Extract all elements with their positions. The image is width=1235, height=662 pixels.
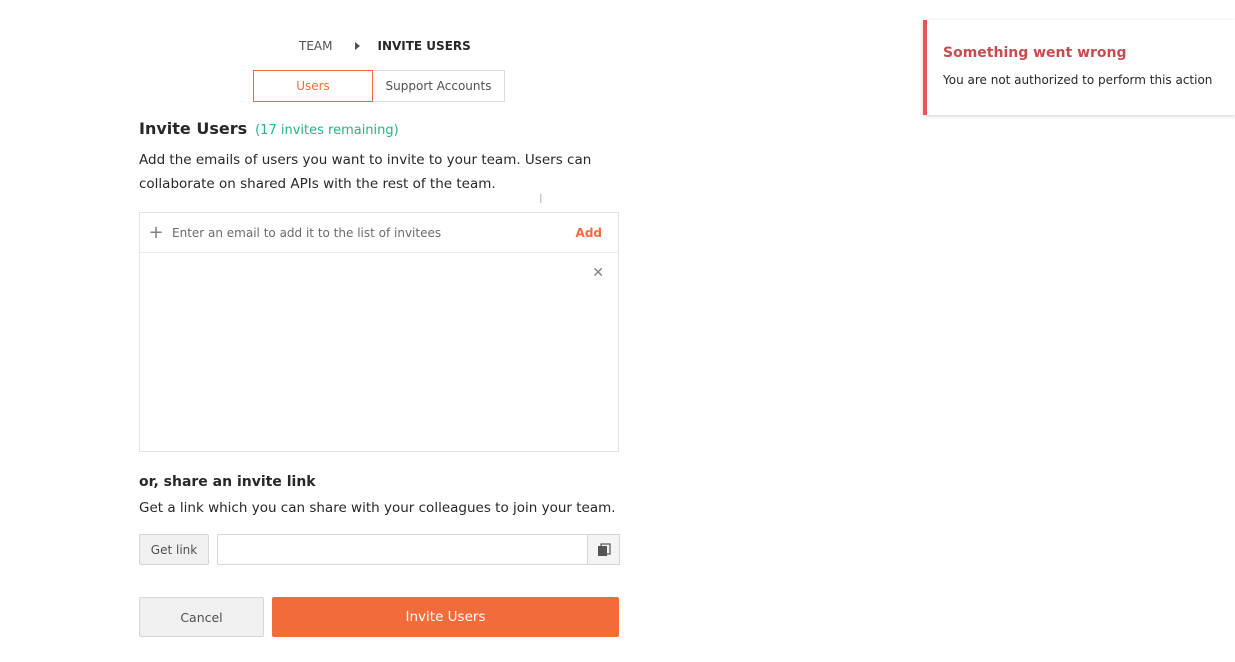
copy-link-button[interactable]	[588, 534, 620, 565]
copy-icon	[597, 542, 611, 556]
close-icon[interactable]: ✕	[592, 265, 604, 281]
toast-title: Something went wrong	[943, 45, 1127, 61]
breadcrumb-current: INVITE USERS	[377, 39, 471, 53]
cancel-button[interactable]: Cancel	[139, 597, 264, 637]
tab-users[interactable]: Users	[253, 70, 373, 102]
invites-remaining: (17 invites remaining)	[255, 123, 399, 138]
text-cursor-icon: I	[539, 192, 543, 206]
form-actions: Cancel Invite Users	[139, 597, 619, 637]
email-input[interactable]	[172, 217, 576, 248]
tab-support-accounts[interactable]: Support Accounts	[373, 70, 505, 102]
add-email-button[interactable]: Add	[576, 226, 602, 240]
invite-description: Add the emails of users you want to invi…	[139, 152, 592, 192]
invite-users-page: TEAM INVITE USERS Users Support Accounts…	[0, 0, 1235, 662]
tab-bar: Users Support Accounts	[253, 70, 505, 102]
email-entry-row: + Add	[140, 213, 618, 253]
plus-icon: +	[148, 221, 164, 243]
invite-header: Invite Users (17 invites remaining)	[139, 119, 399, 138]
toast-message: You are not authorized to perform this a…	[943, 73, 1213, 87]
invite-link-row: Get link	[139, 534, 620, 565]
get-link-button[interactable]: Get link	[139, 534, 209, 565]
error-toast[interactable]: Something went wrong You are not authori…	[923, 20, 1235, 115]
breadcrumb-team[interactable]: TEAM	[299, 39, 332, 53]
share-link-title: or, share an invite link	[139, 474, 316, 490]
share-link-description: Get a link which you can share with your…	[139, 500, 616, 516]
caret-right-icon	[355, 42, 361, 50]
invite-link-field[interactable]	[217, 534, 588, 565]
invitee-list-box: + Add ✕	[139, 212, 619, 452]
page-title: Invite Users	[139, 119, 248, 138]
breadcrumb: TEAM INVITE USERS	[299, 38, 471, 54]
invite-users-button[interactable]: Invite Users	[272, 597, 619, 637]
